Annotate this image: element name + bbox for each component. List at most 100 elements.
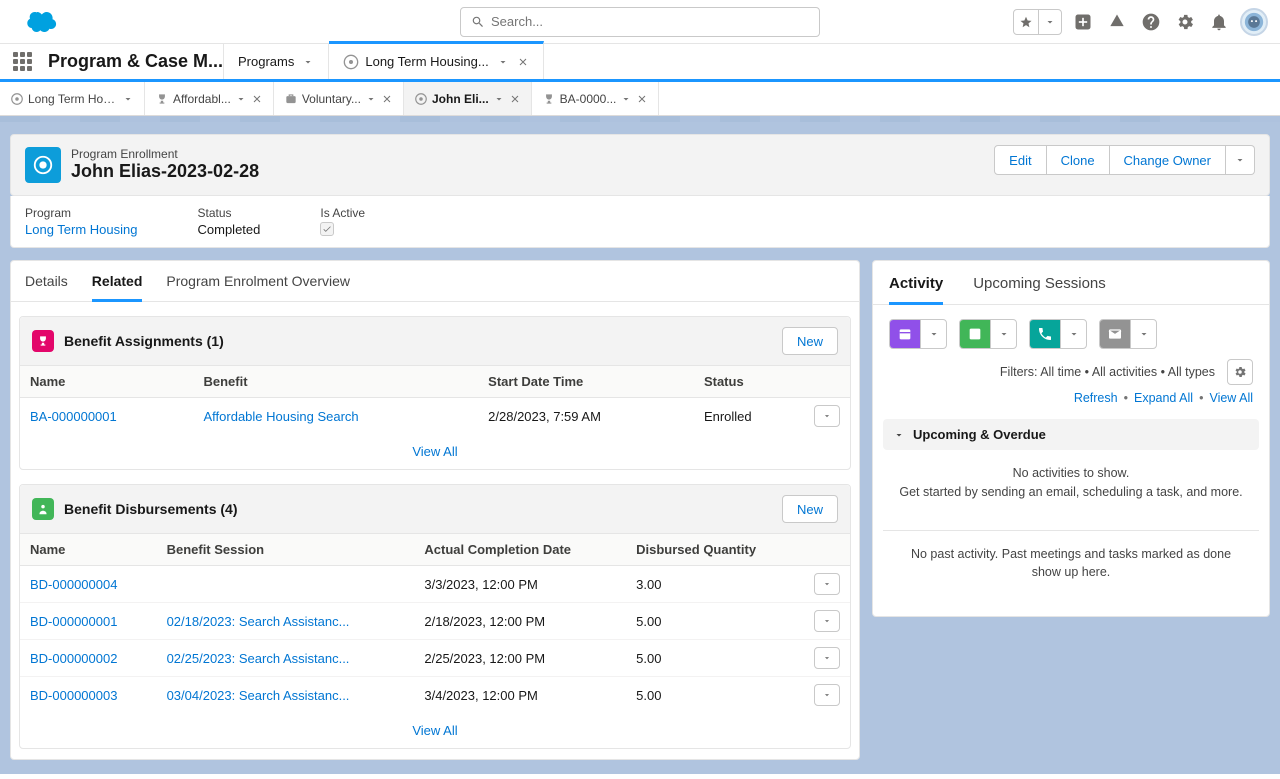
ba-name-link[interactable]: BA-000000001 bbox=[30, 409, 117, 424]
row-actions-button[interactable] bbox=[814, 573, 840, 595]
related-list-title[interactable]: Benefit Disbursements (4) bbox=[64, 501, 237, 517]
col-session[interactable]: Benefit Session bbox=[157, 534, 415, 566]
chevron-down-icon[interactable] bbox=[493, 93, 505, 105]
session-link[interactable]: 02/18/2023: Search Assistanc... bbox=[167, 614, 350, 629]
tab-upcoming-sessions[interactable]: Upcoming Sessions bbox=[973, 275, 1106, 304]
program-icon bbox=[10, 92, 24, 106]
benefit-disbursements-table: Name Benefit Session Actual Completion D… bbox=[20, 534, 850, 713]
row-actions-button[interactable] bbox=[814, 610, 840, 632]
table-row: BD-000000003 03/04/2023: Search Assistan… bbox=[20, 677, 850, 714]
tab-overview[interactable]: Program Enrolment Overview bbox=[166, 273, 350, 301]
log-call-button[interactable] bbox=[1029, 319, 1087, 349]
close-icon[interactable] bbox=[509, 93, 521, 105]
row-actions-button[interactable] bbox=[814, 684, 840, 706]
new-event-button[interactable] bbox=[889, 319, 947, 349]
app-launcher[interactable] bbox=[0, 44, 44, 79]
close-icon[interactable] bbox=[251, 93, 263, 105]
col-status[interactable]: Status bbox=[694, 366, 804, 398]
tab-related[interactable]: Related bbox=[92, 273, 143, 302]
col-benefit[interactable]: Benefit bbox=[194, 366, 479, 398]
view-all-link[interactable]: View All bbox=[412, 444, 457, 459]
side-panel: Activity Upcoming Sessions Filters: All … bbox=[872, 260, 1270, 617]
tab-details[interactable]: Details bbox=[25, 273, 68, 301]
no-past-activity-message: No past activity. Past meetings and task… bbox=[883, 530, 1259, 597]
global-search[interactable] bbox=[460, 7, 820, 37]
close-icon[interactable] bbox=[517, 56, 529, 68]
subtab-voluntary[interactable]: Voluntary... bbox=[274, 82, 404, 115]
app-name: Program & Case M... bbox=[44, 44, 224, 79]
global-add-button[interactable] bbox=[1070, 9, 1096, 35]
nav-tab-programs[interactable]: Programs bbox=[224, 44, 329, 79]
chevron-down-icon[interactable] bbox=[302, 56, 314, 68]
trailhead-button[interactable] bbox=[1104, 9, 1130, 35]
trophy-icon bbox=[155, 92, 169, 106]
disbursement-icon bbox=[32, 498, 54, 520]
new-benefit-assignment-button[interactable]: New bbox=[782, 327, 838, 355]
session-link[interactable]: 03/04/2023: Search Assistanc... bbox=[167, 688, 350, 703]
chevron-down-icon[interactable] bbox=[620, 93, 632, 105]
clone-button[interactable]: Clone bbox=[1047, 145, 1110, 175]
phone-icon bbox=[1037, 326, 1053, 342]
disbursed-qty: 5.00 bbox=[626, 677, 804, 714]
subtab-affordable[interactable]: Affordabl... bbox=[145, 82, 274, 115]
close-icon[interactable] bbox=[636, 93, 648, 105]
bd-name-link[interactable]: BD-000000003 bbox=[30, 688, 117, 703]
global-header bbox=[0, 0, 1280, 44]
nav-tab-longterm[interactable]: Long Term Housing... bbox=[329, 41, 543, 79]
bd-name-link[interactable]: BD-000000002 bbox=[30, 651, 117, 666]
email-icon bbox=[1107, 326, 1123, 342]
completion-date: 3/3/2023, 12:00 PM bbox=[414, 566, 626, 603]
search-input[interactable] bbox=[491, 14, 809, 29]
chevron-down-icon[interactable] bbox=[235, 93, 247, 105]
favorites-menu[interactable] bbox=[1013, 9, 1062, 35]
bd-name-link[interactable]: BD-000000004 bbox=[30, 577, 117, 592]
refresh-link[interactable]: Refresh bbox=[1074, 391, 1118, 405]
row-actions-button[interactable] bbox=[814, 647, 840, 669]
subtab-ba[interactable]: BA-0000... bbox=[532, 82, 660, 115]
new-task-button[interactable] bbox=[959, 319, 1017, 349]
session-link[interactable]: 02/25/2023: Search Assistanc... bbox=[167, 651, 350, 666]
view-all-link[interactable]: View All bbox=[1209, 391, 1253, 405]
chevron-down-icon[interactable] bbox=[122, 93, 134, 105]
subtab-label: Voluntary... bbox=[302, 92, 361, 106]
subtab-longterm[interactable]: Long Term Hous... bbox=[0, 82, 145, 115]
col-name[interactable]: Name bbox=[20, 366, 194, 398]
related-list-title[interactable]: Benefit Assignments (1) bbox=[64, 333, 224, 349]
navigation-bar: Program & Case M... Programs Long Term H… bbox=[0, 44, 1280, 82]
close-icon[interactable] bbox=[381, 93, 393, 105]
tab-activity[interactable]: Activity bbox=[889, 275, 943, 305]
more-actions-button[interactable] bbox=[1226, 145, 1255, 175]
subtab-john[interactable]: John Eli... bbox=[404, 82, 532, 115]
view-all-link[interactable]: View All bbox=[412, 723, 457, 738]
row-actions-button[interactable] bbox=[814, 405, 840, 427]
chevron-down-icon[interactable] bbox=[365, 93, 377, 105]
change-owner-button[interactable]: Change Owner bbox=[1110, 145, 1226, 175]
col-date[interactable]: Actual Completion Date bbox=[414, 534, 626, 566]
edit-button[interactable]: Edit bbox=[994, 145, 1046, 175]
completion-date: 2/25/2023, 12:00 PM bbox=[414, 640, 626, 677]
program-link[interactable]: Long Term Housing bbox=[25, 222, 138, 237]
expand-all-link[interactable]: Expand All bbox=[1134, 391, 1193, 405]
chevron-down-icon bbox=[998, 328, 1010, 340]
is-active-checkbox bbox=[320, 222, 334, 236]
chevron-down-icon[interactable] bbox=[497, 56, 509, 68]
col-qty[interactable]: Disbursed Quantity bbox=[626, 534, 804, 566]
gear-icon bbox=[1175, 12, 1195, 32]
user-avatar[interactable] bbox=[1240, 8, 1268, 36]
table-row: BD-000000001 02/18/2023: Search Assistan… bbox=[20, 603, 850, 640]
bd-name-link[interactable]: BD-000000001 bbox=[30, 614, 117, 629]
gear-icon bbox=[1233, 365, 1247, 379]
setup-button[interactable] bbox=[1172, 9, 1198, 35]
nav-tab-label: Long Term Housing... bbox=[365, 54, 488, 69]
send-email-button[interactable] bbox=[1099, 319, 1157, 349]
trophy-icon bbox=[32, 330, 54, 352]
help-button[interactable] bbox=[1138, 9, 1164, 35]
notifications-button[interactable] bbox=[1206, 9, 1232, 35]
upcoming-overdue-section[interactable]: Upcoming & Overdue bbox=[883, 419, 1259, 450]
search-icon bbox=[471, 15, 485, 29]
new-disbursement-button[interactable]: New bbox=[782, 495, 838, 523]
timeline-settings-button[interactable] bbox=[1227, 359, 1253, 385]
col-name[interactable]: Name bbox=[20, 534, 157, 566]
col-start[interactable]: Start Date Time bbox=[478, 366, 694, 398]
benefit-link[interactable]: Affordable Housing Search bbox=[204, 409, 359, 424]
